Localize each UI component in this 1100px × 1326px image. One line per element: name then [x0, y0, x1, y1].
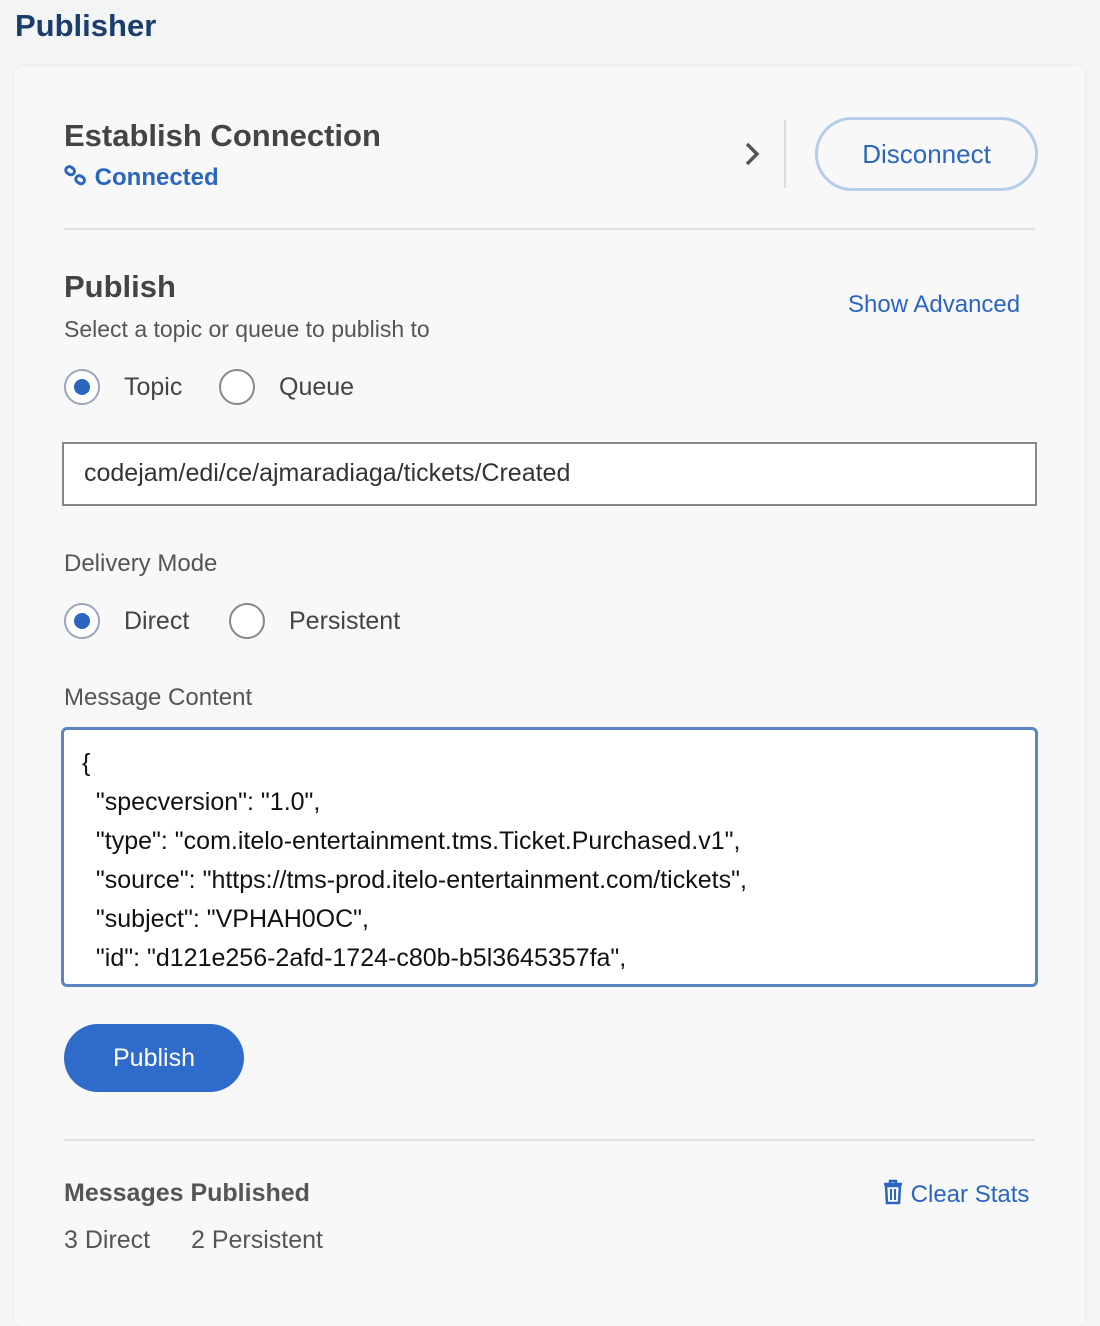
- persistent-radio-label: Persistent: [289, 607, 401, 635]
- divider: [64, 1139, 1035, 1141]
- publish-subtitle: Select a topic or queue to publish to: [64, 316, 430, 342]
- message-content-textarea[interactable]: { "specversion": "1.0", "type": "com.ite…: [61, 727, 1038, 987]
- persistent-count: 2 Persistent: [191, 1226, 324, 1254]
- vertical-divider: [784, 120, 786, 188]
- direct-radio-label: Direct: [124, 607, 190, 635]
- chevron-right-icon[interactable]: [742, 140, 762, 168]
- publisher-card: Establish Connection Connected Disconnec…: [14, 66, 1085, 1326]
- disconnect-button[interactable]: Disconnect: [815, 117, 1038, 191]
- trash-icon: [884, 1179, 902, 1205]
- page-title: Publisher: [15, 8, 157, 43]
- direct-count: 3 Direct: [64, 1226, 151, 1254]
- messages-published-heading: Messages Published: [64, 1179, 310, 1207]
- destination-input[interactable]: codejam/edi/ce/ajmaradiaga/tickets/Creat…: [62, 442, 1037, 506]
- topic-radio[interactable]: [64, 369, 100, 405]
- show-advanced-link[interactable]: Show Advanced: [848, 291, 1020, 319]
- message-content-label: Message Content: [64, 684, 253, 711]
- link-icon: [64, 165, 86, 186]
- direct-radio[interactable]: [64, 603, 100, 639]
- connection-status: Connected: [64, 164, 219, 192]
- connection-heading: Establish Connection: [64, 118, 381, 153]
- queue-radio[interactable]: [219, 369, 255, 405]
- divider: [64, 228, 1035, 230]
- queue-radio-label: Queue: [279, 373, 355, 401]
- publish-heading: Publish: [64, 269, 176, 304]
- delivery-mode-label: Delivery Mode: [64, 550, 218, 577]
- clear-stats-label: Clear Stats: [910, 1181, 1030, 1208]
- clear-stats-button[interactable]: Clear Stats: [882, 1179, 1029, 1209]
- publish-button[interactable]: Publish: [64, 1024, 244, 1092]
- persistent-radio[interactable]: [229, 603, 265, 639]
- connection-status-label: Connected: [94, 164, 219, 191]
- topic-radio-label: Topic: [124, 373, 183, 401]
